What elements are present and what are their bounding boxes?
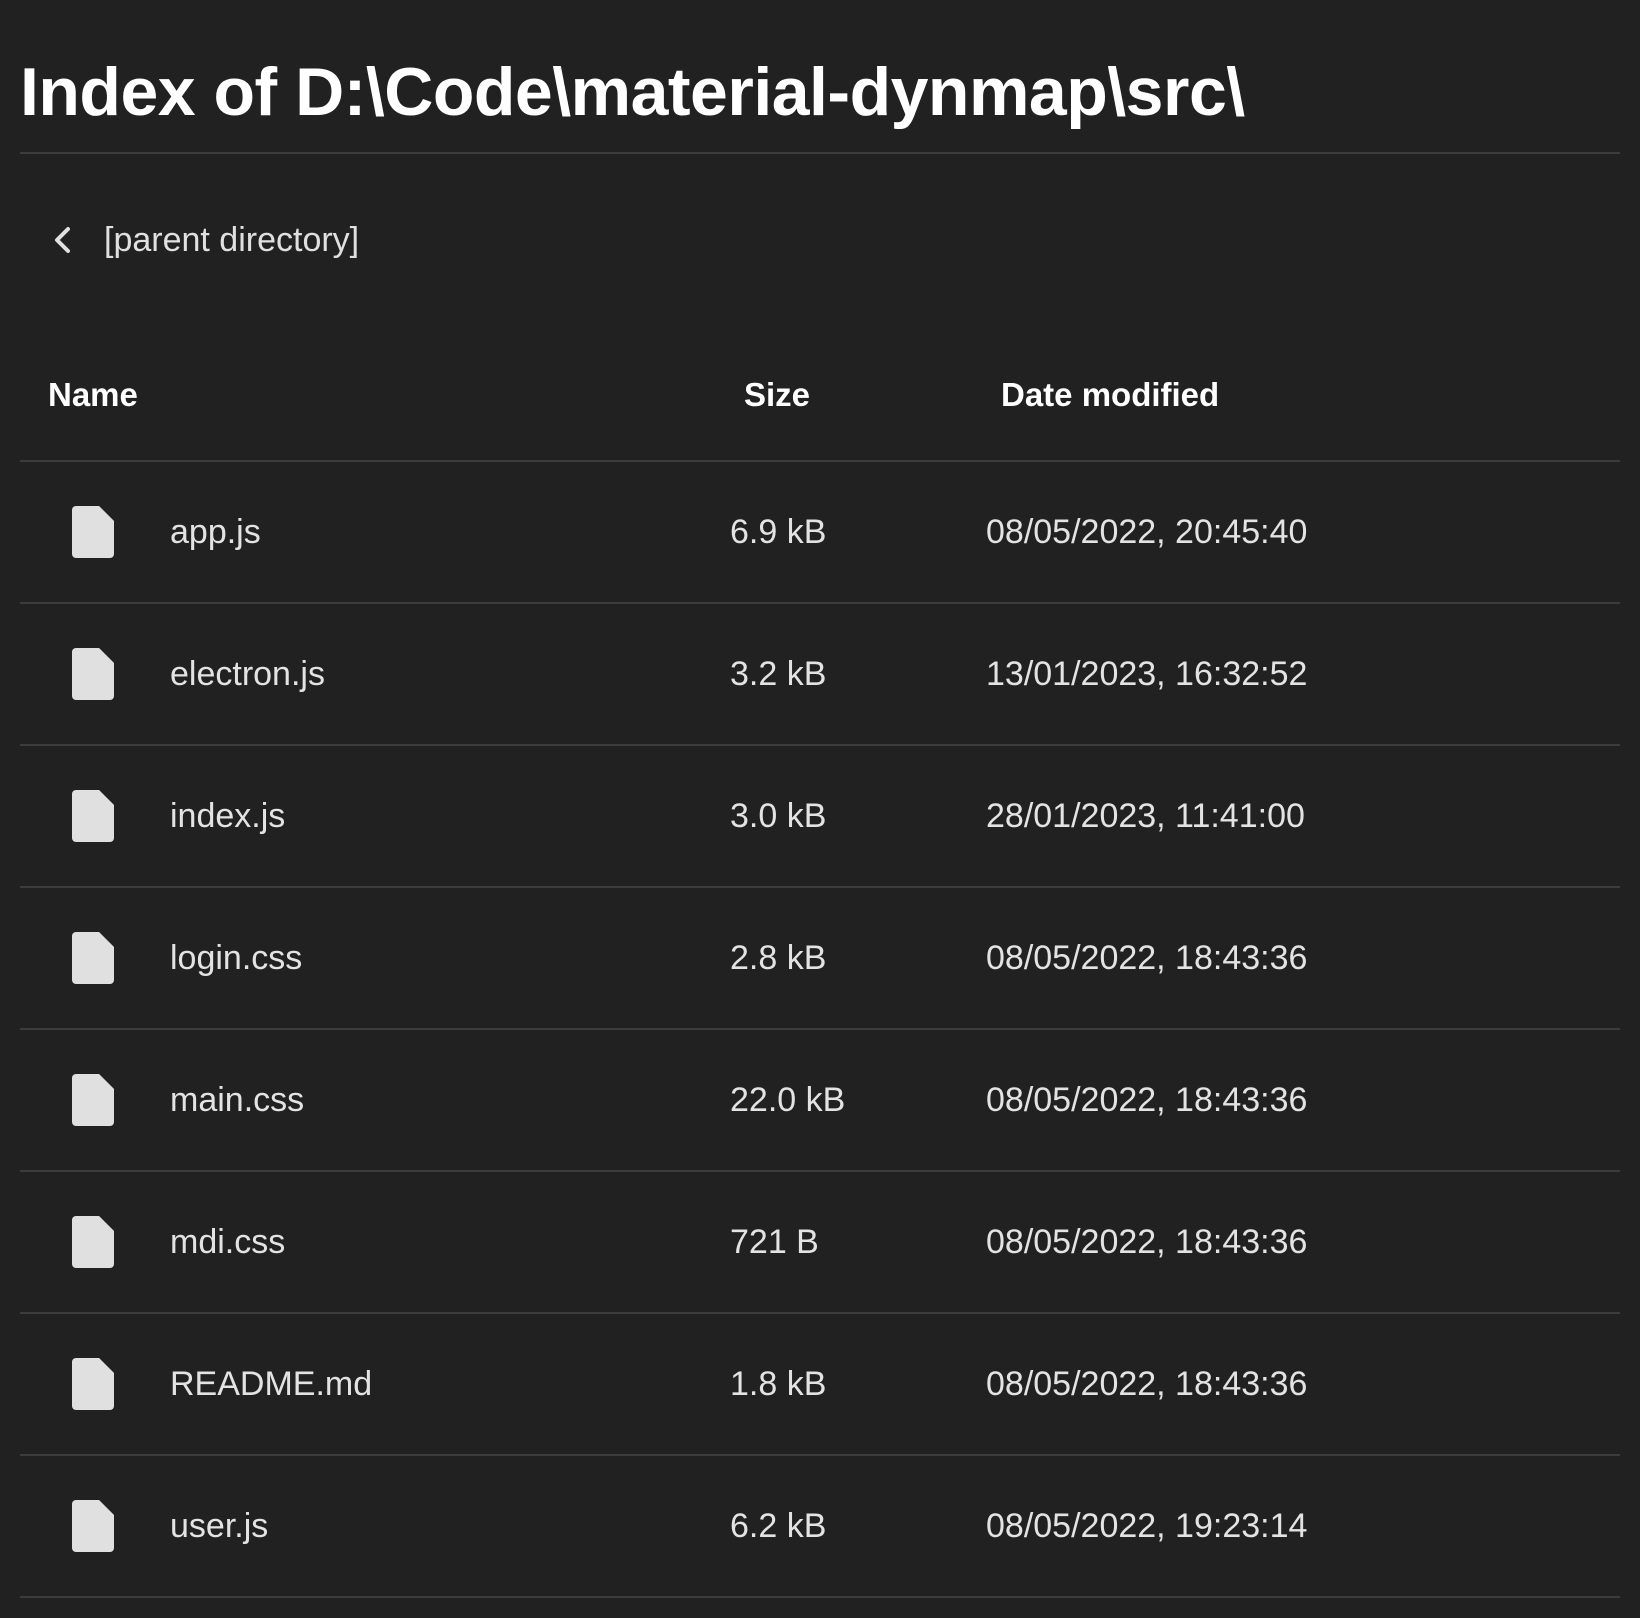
table-row[interactable]: mdi.css 721 B 08/05/2022, 18:43:36 xyxy=(20,1172,1620,1314)
file-date-modified: 08/05/2022, 18:43:36 xyxy=(986,939,1308,977)
file-icon xyxy=(72,1216,114,1268)
table-row[interactable]: login.css 2.8 kB 08/05/2022, 18:43:36 xyxy=(20,888,1620,1030)
file-size: 1.8 kB xyxy=(730,1365,827,1403)
file-name[interactable]: user.js xyxy=(170,1501,268,1551)
column-header-size[interactable]: Size xyxy=(744,370,810,420)
table-row[interactable]: main.css 22.0 kB 08/05/2022, 18:43:36 xyxy=(20,1030,1620,1172)
file-icon xyxy=(72,506,114,558)
file-date-modified: 08/05/2022, 18:43:36 xyxy=(986,1223,1308,1261)
file-date-modified: 08/05/2022, 18:43:36 xyxy=(986,1365,1308,1403)
file-size: 721 B xyxy=(730,1223,819,1261)
file-name[interactable]: README.md xyxy=(170,1359,372,1409)
file-icon xyxy=(72,648,114,700)
file-icon xyxy=(72,1358,114,1410)
file-name[interactable]: login.css xyxy=(170,933,302,983)
title-divider xyxy=(20,152,1620,154)
file-size: 6.2 kB xyxy=(730,1507,827,1545)
file-date-modified: 08/05/2022, 19:23:14 xyxy=(986,1507,1308,1545)
table-row[interactable]: user.js 6.2 kB 08/05/2022, 19:23:14 xyxy=(20,1456,1620,1598)
file-size: 2.8 kB xyxy=(730,939,827,977)
table-row[interactable]: app.js 6.9 kB 08/05/2022, 20:45:40 xyxy=(20,462,1620,604)
file-name[interactable]: mdi.css xyxy=(170,1217,285,1267)
page-title: Index of D:\Code\material-dynmap\src\ xyxy=(20,54,1245,130)
table-body: app.js 6.9 kB 08/05/2022, 20:45:40 electron… xyxy=(20,462,1620,1598)
file-icon xyxy=(72,790,114,842)
table-row[interactable]: electron.js 3.2 kB 13/01/2023, 16:32:52 xyxy=(20,604,1620,746)
parent-directory-link[interactable]: [parent directory] xyxy=(44,208,359,272)
file-name[interactable]: electron.js xyxy=(170,649,325,699)
column-header-date[interactable]: Date modified xyxy=(1001,370,1219,420)
file-date-modified: 13/01/2023, 16:32:52 xyxy=(986,655,1308,693)
column-header-name[interactable]: Name xyxy=(48,370,138,420)
file-size: 6.9 kB xyxy=(730,513,827,551)
file-icon xyxy=(72,1074,114,1126)
table-header: Name Size Date modified xyxy=(20,340,1620,462)
file-table: Name Size Date modified app.js 6.9 kB 08/0… xyxy=(20,340,1620,1598)
file-size: 22.0 kB xyxy=(730,1081,846,1119)
parent-directory-label: [parent directory] xyxy=(104,221,360,259)
file-size: 3.0 kB xyxy=(730,797,827,835)
file-date-modified: 08/05/2022, 18:43:36 xyxy=(986,1081,1308,1119)
table-row[interactable]: index.js 3.0 kB 28/01/2023, 11:41:00 xyxy=(20,746,1620,888)
file-name[interactable]: index.js xyxy=(170,791,285,841)
file-name[interactable]: app.js xyxy=(170,507,261,557)
table-row[interactable]: README.md 1.8 kB 08/05/2022, 18:43:36 xyxy=(20,1314,1620,1456)
file-name[interactable]: main.css xyxy=(170,1075,304,1125)
file-icon xyxy=(72,1500,114,1552)
file-date-modified: 28/01/2023, 11:41:00 xyxy=(986,797,1305,835)
chevron-left-icon xyxy=(44,220,84,260)
file-size: 3.2 kB xyxy=(730,655,827,693)
file-date-modified: 08/05/2022, 20:45:40 xyxy=(986,513,1308,551)
file-icon xyxy=(72,932,114,984)
